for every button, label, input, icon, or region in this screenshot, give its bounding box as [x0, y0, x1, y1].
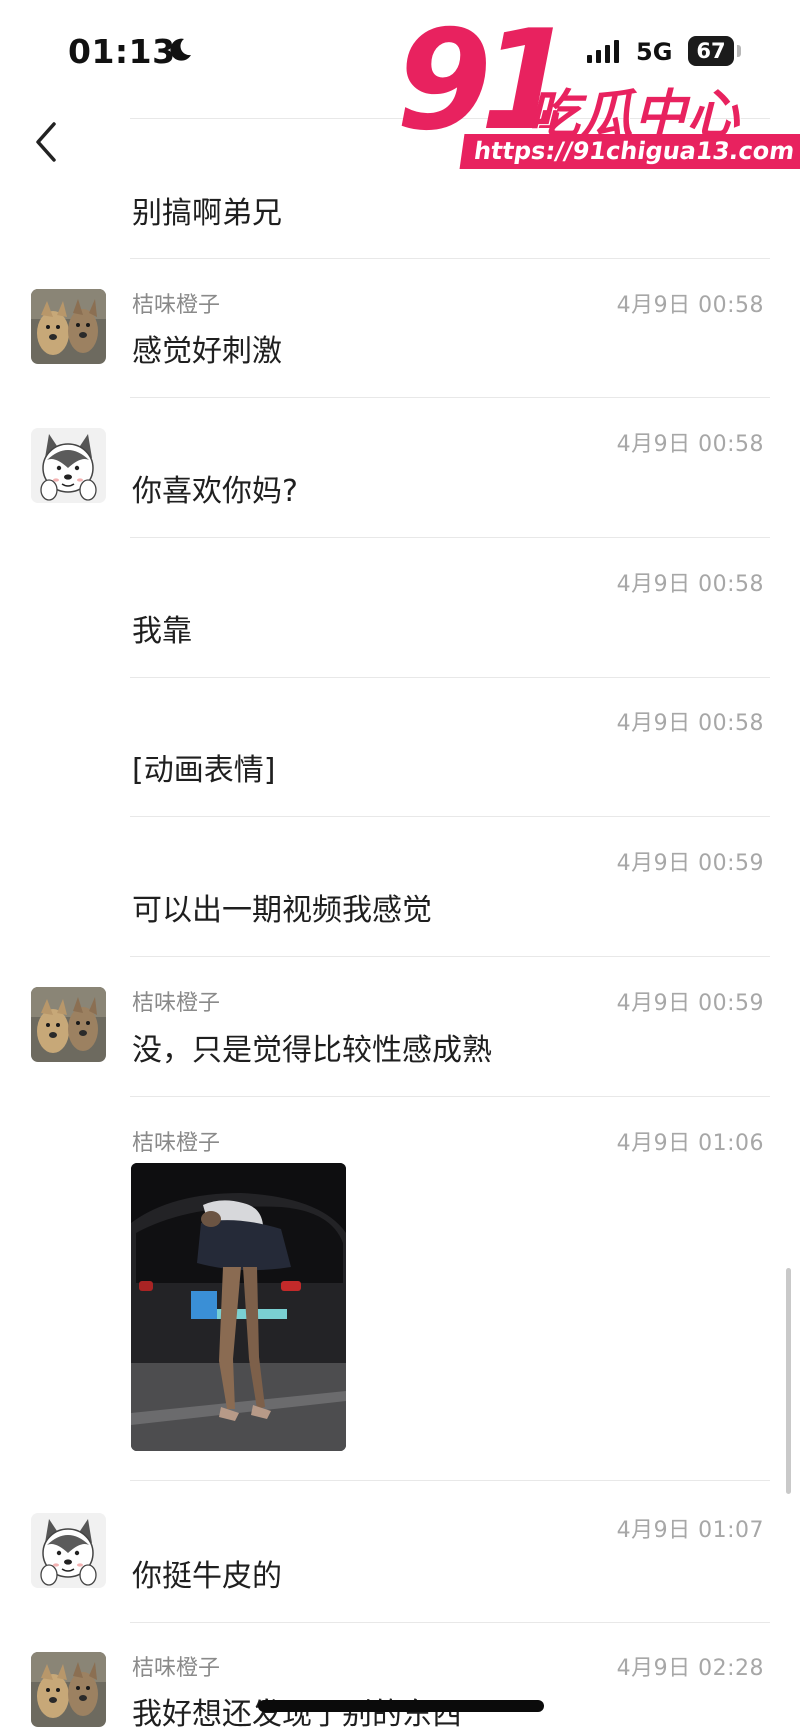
avatar-dogs[interactable] — [31, 1652, 106, 1727]
message-time: 4月9日 00:58 — [616, 711, 764, 736]
message-text[interactable]: 别搞啊弟兄 — [132, 188, 282, 232]
moon-icon — [170, 38, 191, 61]
divider — [130, 1480, 770, 1481]
battery-level: 67 — [696, 39, 726, 63]
avatar-dogs[interactable] — [31, 987, 106, 1062]
message-time: 4月9日 00:58 — [616, 432, 764, 457]
divider — [130, 677, 770, 678]
message-time: 4月9日 00:58 — [616, 572, 764, 597]
message-text[interactable]: 可以出一期视频我感觉 — [132, 885, 432, 929]
message-text[interactable]: 你挺牛皮的 — [132, 1551, 282, 1595]
divider — [130, 816, 770, 817]
message-time: 4月9日 00:59 — [616, 991, 764, 1016]
sender-name: 桔味橙子 — [132, 293, 221, 318]
battery-cap — [737, 45, 741, 57]
redaction-scribble — [258, 1700, 544, 1712]
signal-icon — [587, 40, 619, 63]
sender-name: 桔味橙子 — [132, 991, 221, 1016]
message-time: 4月9日 01:07 — [616, 1518, 764, 1543]
message-text[interactable]: 感觉好刺激 — [132, 326, 282, 370]
message-text[interactable]: 没，只是觉得比较性感成熟 — [132, 1025, 492, 1069]
scrollbar[interactable] — [786, 1268, 791, 1494]
watermark-url: https://91chigua13.com — [459, 134, 800, 169]
divider — [130, 397, 770, 398]
sender-name: 桔味橙子 — [132, 1131, 221, 1156]
divider — [130, 1622, 770, 1623]
message-text[interactable]: [动画表情] — [132, 745, 275, 789]
avatar-husky-cartoon[interactable] — [31, 1513, 106, 1588]
avatar-dogs[interactable] — [31, 289, 106, 364]
message-photo[interactable] — [131, 1163, 346, 1451]
divider — [130, 258, 770, 259]
message-time: 4月9日 02:28 — [616, 1656, 764, 1681]
status-time: 01:13 — [68, 32, 176, 71]
message-time: 4月9日 00:58 — [616, 293, 764, 318]
message-text[interactable]: 你喜欢你妈? — [132, 466, 298, 510]
sender-name: 桔味橙子 — [132, 1656, 221, 1681]
divider — [130, 118, 770, 119]
message-text[interactable]: 我靠 — [132, 606, 192, 650]
avatar-husky-cartoon[interactable] — [31, 428, 106, 503]
divider — [130, 537, 770, 538]
network-label: 5G — [636, 38, 673, 66]
divider — [130, 956, 770, 957]
divider — [130, 1096, 770, 1097]
chevron-left-icon — [36, 122, 56, 162]
message-time: 4月9日 01:06 — [616, 1131, 764, 1156]
message-time: 4月9日 00:59 — [616, 851, 764, 876]
battery-icon: 67 — [688, 36, 734, 66]
status-bar: 01:13 5G 67 — [0, 0, 800, 110]
back-button[interactable] — [28, 116, 68, 168]
